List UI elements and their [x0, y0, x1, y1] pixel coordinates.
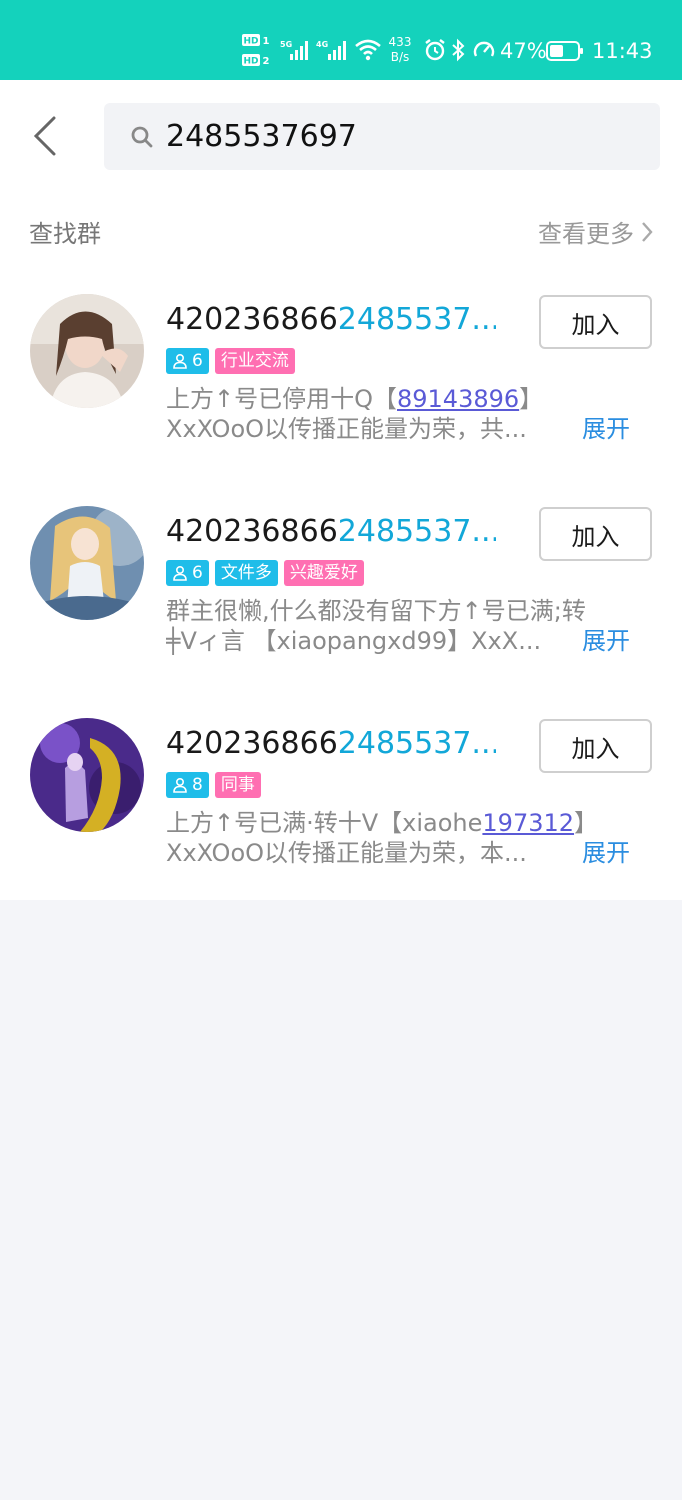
speed-gauge-icon	[472, 38, 496, 66]
expand-button[interactable]: 展开	[582, 838, 630, 868]
group-results-list: 4202368662485537... 6 行业交流 上方↑号已停用十Q【891…	[0, 266, 682, 900]
person-icon	[173, 565, 187, 581]
group-name: 4202368662485537...	[166, 300, 496, 340]
speed-value: 433	[388, 35, 412, 49]
member-count-badge: 6	[166, 560, 209, 586]
desc-text-end: 】	[574, 809, 599, 837]
section-title: 查找群	[29, 220, 101, 248]
group-name: 4202368662485537...	[166, 724, 496, 764]
chevron-right-icon	[642, 221, 653, 242]
group-avatar	[30, 506, 144, 620]
member-count-badge: 6	[166, 348, 209, 374]
svg-text:HD: HD	[243, 57, 258, 67]
desc-text: 群主很懒,什么都没有留下方↑号已满;转	[166, 597, 586, 625]
alarm-icon	[424, 38, 446, 66]
desc-link[interactable]: 89143896	[397, 385, 519, 413]
member-count-badge: 8	[166, 772, 209, 798]
person-icon	[173, 777, 187, 793]
member-count: 6	[192, 351, 203, 371]
person-icon	[173, 353, 187, 369]
join-button[interactable]: 加入	[539, 719, 652, 773]
svg-text:2: 2	[263, 56, 270, 67]
expand-button[interactable]: 展开	[582, 414, 630, 444]
group-avatar	[30, 718, 144, 832]
desc-line-2: XxXOoO以传播正能量为荣，共...	[166, 415, 527, 443]
see-more-label: 查看更多	[538, 220, 634, 248]
svg-text:4G: 4G	[316, 40, 328, 49]
group-result-item[interactable]: 4202368662485537... 8 同事 上方↑号已满·转十V【xiao…	[0, 690, 682, 902]
group-id-match: 2485537...	[337, 302, 496, 337]
status-bar: HD 1 HD 2 5G 4G 433 B/s 47% 11:43	[0, 0, 682, 80]
group-result-item[interactable]: 4202368662485537... 6 行业交流 上方↑号已停用十Q【891…	[0, 266, 682, 478]
group-id-prefix: 420236866	[166, 302, 338, 337]
group-description: 上方↑号已停用十Q【89143896】 XxXOoO以传播正能量为荣，共...	[166, 384, 566, 444]
wifi-icon	[354, 38, 382, 66]
desc-text-end: 】	[519, 385, 544, 413]
member-count: 8	[192, 775, 203, 795]
desc-line-2: XxXOoO以传播正能量为荣，本...	[166, 839, 527, 867]
desc-line-2: ╪Vィ言 【xiaopangxd99】XxX...	[166, 627, 542, 655]
group-id-prefix: 420236866	[166, 514, 338, 549]
group-tags: 6 文件多 兴趣爱好	[166, 560, 364, 587]
tag-label: 兴趣爱好	[283, 560, 364, 586]
desc-link[interactable]: 197312	[482, 809, 574, 837]
tag-label: 文件多	[214, 560, 278, 586]
group-tags: 6 行业交流	[166, 348, 295, 375]
expand-button[interactable]: 展开	[582, 626, 630, 656]
desc-text: 上方↑号已停用十Q【	[166, 385, 397, 413]
back-button[interactable]	[30, 114, 62, 158]
member-count: 6	[192, 563, 203, 583]
group-tags: 8 同事	[166, 772, 261, 799]
desc-text: 上方↑号已满·转十V【xiaohe	[166, 809, 483, 837]
group-name: 4202368662485537...	[166, 512, 496, 552]
search-icon	[131, 126, 153, 148]
clock: 11:43	[592, 39, 653, 63]
svg-text:5G: 5G	[280, 40, 292, 49]
hd-voice-icon: HD 1 HD 2	[242, 32, 274, 70]
group-description: 群主很懒,什么都没有留下方↑号已满;转 ╪Vィ言 【xiaopangxd99】X…	[166, 596, 586, 656]
signal-5g-icon: 5G	[280, 38, 312, 66]
search-header	[0, 80, 682, 200]
search-input[interactable]	[166, 113, 646, 159]
battery-icon	[546, 40, 584, 66]
section-header: 查找群 查看更多	[0, 200, 682, 266]
join-button[interactable]: 加入	[539, 507, 652, 561]
tag-label: 同事	[214, 772, 261, 798]
signal-4g-icon: 4G	[316, 38, 350, 66]
group-description: 上方↑号已满·转十V【xiaohe197312】 XxXOoO以传播正能量为荣，…	[166, 808, 598, 868]
group-id-match: 2485537...	[337, 726, 496, 761]
group-result-item[interactable]: 4202368662485537... 6 文件多 兴趣爱好 群主很懒,什么都没…	[0, 478, 682, 690]
join-button[interactable]: 加入	[539, 295, 652, 349]
see-more-link[interactable]: 查看更多	[538, 214, 654, 249]
network-speed: 433 B/s	[384, 35, 416, 65]
search-box[interactable]	[104, 103, 660, 170]
group-id-match: 2485537...	[337, 514, 496, 549]
battery-percent: 47%	[500, 39, 547, 63]
chevron-left-icon	[33, 116, 56, 156]
group-avatar	[30, 294, 144, 408]
group-id-prefix: 420236866	[166, 726, 338, 761]
svg-text:HD: HD	[243, 37, 258, 47]
bluetooth-icon	[450, 38, 466, 66]
tag-label: 行业交流	[214, 348, 295, 374]
speed-unit: B/s	[390, 50, 410, 64]
svg-text:1: 1	[263, 36, 270, 47]
